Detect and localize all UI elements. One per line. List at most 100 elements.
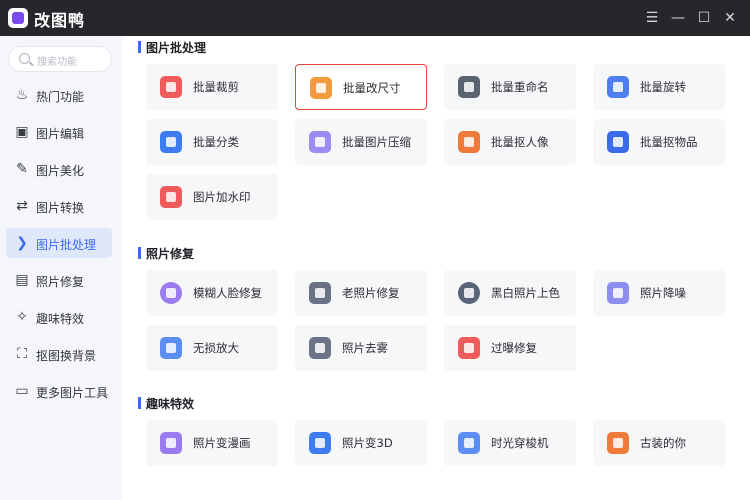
tool-card-label: 批量旋转 [640, 80, 686, 94]
app-logo-icon [8, 8, 28, 28]
tool-card-label: 黑白照片上色 [491, 286, 560, 300]
tool-card-colorize[interactable]: 黑白照片上色 [444, 270, 576, 316]
tool-card-cartoon[interactable]: 照片变漫画 [146, 420, 278, 466]
search-icon [19, 53, 30, 64]
tool-card-label: 无损放大 [193, 341, 239, 355]
main-panel: 图片批处理批量裁剪 批量改尺寸 批量重命名 批量旋转批量分类 批量图片压缩 批量抠人像 批量… [122, 36, 750, 500]
tool-card-watermark[interactable]: 图片加水印 [146, 174, 278, 220]
tool-card-label: 过曝修复 [491, 341, 537, 355]
tool-card-overexposure[interactable]: 过曝修复 [444, 325, 576, 371]
tool-card-label: 图片加水印 [193, 190, 251, 204]
denoise-icon [607, 282, 629, 304]
photo-3d-icon [309, 432, 331, 454]
section-title: 图片批处理 [146, 41, 207, 55]
image-beautify-icon: ✎ [16, 161, 28, 177]
tool-card-old-photo-repair[interactable]: 老照片修复 [295, 270, 427, 316]
tool-card-dehaze[interactable]: 照片去雾 [295, 325, 427, 371]
batch-object-cutout-icon [607, 131, 629, 153]
colorize-icon [458, 282, 480, 304]
search-input[interactable]: 搜索功能 [8, 46, 112, 72]
sidebar-item-toolbox[interactable]: ▭ 更多图片工具 [6, 376, 112, 406]
sidebar-item-label: 热门功能 [36, 90, 85, 104]
overexposure-icon [458, 337, 480, 359]
fire-icon: ♨ [15, 87, 29, 103]
time-machine-icon [458, 432, 480, 454]
cutout-icon: ⛶ [17, 346, 27, 362]
menu-icon[interactable]: ☰ [640, 6, 664, 30]
sidebar-item-label: 趣味特效 [36, 312, 85, 326]
tool-card-upscale[interactable]: 无损放大 [146, 325, 278, 371]
sidebar-item-label: 图片批处理 [36, 238, 97, 252]
sidebar-item-fire[interactable]: ♨ 热门功能 [6, 80, 112, 110]
sidebar-item-image-beautify[interactable]: ✎ 图片美化 [6, 154, 112, 184]
tool-card-ancient-costume[interactable]: 古装的你 [593, 420, 725, 466]
tool-card-batch-rotate[interactable]: 批量旋转 [593, 64, 725, 110]
section-title: 照片修复 [146, 247, 195, 261]
tool-card-batch-resize[interactable]: 批量改尺寸 [295, 64, 427, 110]
sidebar-item-label: 图片美化 [36, 164, 85, 178]
batch-crop-icon [160, 76, 182, 98]
section-accent [138, 41, 141, 53]
tool-card-label: 照片降噪 [640, 286, 686, 300]
tool-card-label: 批量分类 [193, 135, 239, 149]
tool-card-label: 批量图片压缩 [342, 135, 411, 149]
tool-card-label: 老照片修复 [342, 286, 400, 300]
tool-card-batch-classify[interactable]: 批量分类 [146, 119, 278, 165]
image-edit-icon: ▣ [15, 124, 29, 140]
image-convert-icon: ⇄ [16, 198, 28, 214]
tool-card-label: 批量抠人像 [491, 135, 549, 149]
sidebar-item-photo-repair[interactable]: ▤ 照片修复 [6, 265, 112, 295]
minimize-button[interactable]: — [666, 6, 690, 30]
batch-portrait-cutout-icon [458, 131, 480, 153]
ancient-costume-icon [607, 432, 629, 454]
tool-card-label: 模糊人脸修复 [193, 286, 262, 300]
sidebar-item-image-convert[interactable]: ⇄ 图片转换 [6, 191, 112, 221]
tool-card-label: 照片变漫画 [193, 436, 251, 450]
search-placeholder: 搜索功能 [37, 57, 77, 68]
tool-card-batch-rename[interactable]: 批量重命名 [444, 64, 576, 110]
face-repair-icon [160, 282, 182, 304]
sidebar-item-batch[interactable]: ❯ 图片批处理 [6, 228, 112, 258]
tool-card-batch-compress[interactable]: 批量图片压缩 [295, 119, 427, 165]
upscale-icon [160, 337, 182, 359]
tool-card-time-machine[interactable]: 时光穿梭机 [444, 420, 576, 466]
sidebar-item-label: 抠图换背景 [36, 349, 97, 363]
section-title: 趣味特效 [146, 397, 195, 411]
batch-resize-icon [310, 77, 332, 99]
sidebar: 搜索功能 ♨ 热门功能 ▣ 图片编辑 ✎ 图片美化 ⇄ 图片转换 ❯ 图片批处理 ▤ 照片修复 ✧ 趣味特… [0, 36, 122, 500]
sidebar-item-cutout[interactable]: ⛶ 抠图换背景 [6, 339, 112, 369]
tool-card-label: 时光穿梭机 [491, 436, 549, 450]
batch-rename-icon [458, 76, 480, 98]
tool-card-label: 批量抠物品 [640, 135, 698, 149]
close-button[interactable]: ✕ [718, 6, 742, 30]
tool-card-label: 古装的你 [640, 436, 686, 450]
batch-compress-icon [309, 131, 331, 153]
sidebar-item-magic-wand[interactable]: ✧ 趣味特效 [6, 302, 112, 332]
title-bar: 改图鸭 ☰ — ☐ ✕ [0, 0, 750, 36]
tool-card-batch-portrait-cutout[interactable]: 批量抠人像 [444, 119, 576, 165]
tool-card-label: 批量改尺寸 [343, 81, 401, 95]
tool-card-face-repair[interactable]: 模糊人脸修复 [146, 270, 278, 316]
dehaze-icon [309, 337, 331, 359]
batch-icon: ❯ [16, 235, 28, 251]
sidebar-item-image-edit[interactable]: ▣ 图片编辑 [6, 117, 112, 147]
app-title: 改图鸭 [34, 11, 86, 30]
tool-card-label: 照片去雾 [342, 341, 388, 355]
sidebar-item-label: 更多图片工具 [36, 386, 109, 400]
watermark-icon [160, 186, 182, 208]
cartoon-icon [160, 432, 182, 454]
old-photo-repair-icon [309, 282, 331, 304]
tool-card-label: 批量重命名 [491, 80, 549, 94]
tool-card-batch-crop[interactable]: 批量裁剪 [146, 64, 278, 110]
section-accent [138, 247, 141, 259]
magic-wand-icon: ✧ [16, 309, 28, 325]
tool-card-batch-object-cutout[interactable]: 批量抠物品 [593, 119, 725, 165]
tool-card-label: 批量裁剪 [193, 80, 239, 94]
tool-card-photo-3d[interactable]: 照片变3D [295, 420, 427, 466]
tool-card-denoise[interactable]: 照片降噪 [593, 270, 725, 316]
maximize-button[interactable]: ☐ [692, 6, 716, 30]
section-accent [138, 397, 141, 409]
toolbox-icon: ▭ [15, 383, 29, 399]
batch-rotate-icon [607, 76, 629, 98]
tool-card-label: 照片变3D [342, 436, 393, 450]
